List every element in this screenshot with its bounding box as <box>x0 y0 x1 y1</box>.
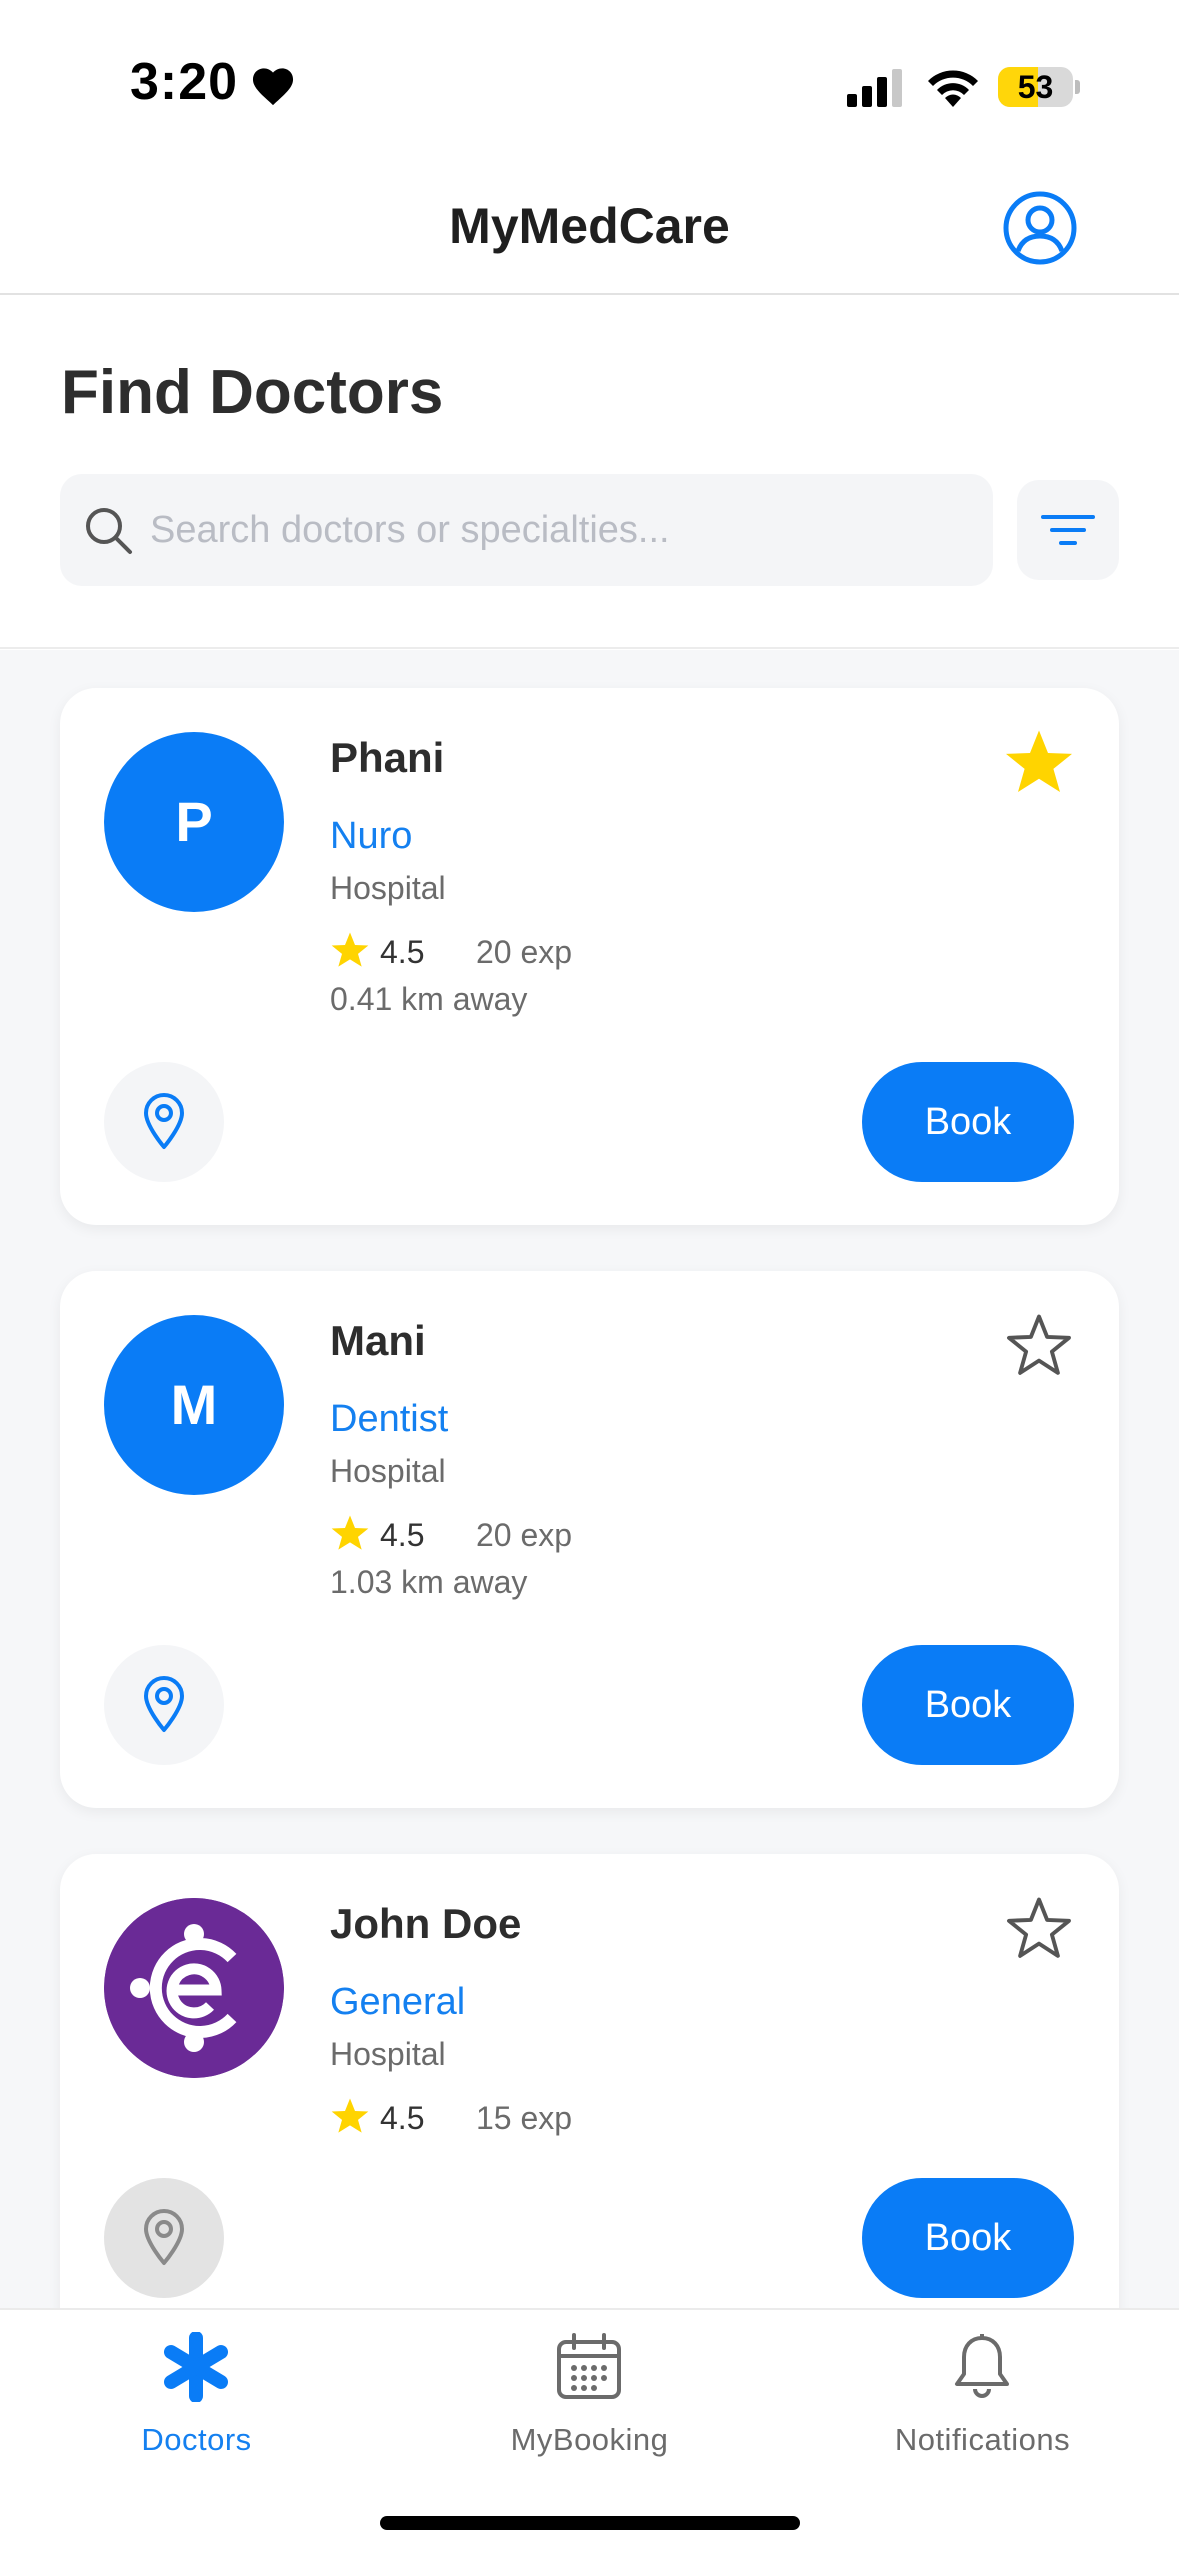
battery-percent: 53 <box>1017 69 1054 105</box>
favorite-star-outline-icon[interactable] <box>1003 1892 1075 1964</box>
filter-button[interactable] <box>1017 480 1119 580</box>
bell-icon <box>955 2334 1009 2398</box>
distance-text: 0.41 km away <box>330 981 528 1017</box>
book-button[interactable]: Book <box>862 1062 1074 1182</box>
experience-value: 15 exp <box>476 2100 573 2136</box>
tab-label: MyBooking <box>510 2422 669 2457</box>
asterisk-icon <box>164 2332 228 2402</box>
tab-label: Doctors <box>141 2422 252 2457</box>
doctor-card[interactable]: P Phani Nuro Hospital 4.5 20 exp 0.41 km… <box>60 688 1119 1225</box>
doctor-list[interactable]: P Phani Nuro Hospital 4.5 20 exp 0.41 km… <box>0 650 1179 2308</box>
doctor-name: Mani <box>330 1317 426 1364</box>
tab-doctors[interactable]: Doctors <box>0 2310 393 2480</box>
search-icon <box>86 508 132 554</box>
rating-value: 4.5 <box>380 2100 425 2136</box>
location-button[interactable] <box>104 1645 224 1765</box>
doctor-name: John Doe <box>330 1900 522 1947</box>
location-button[interactable] <box>104 1062 224 1182</box>
signal-icon <box>847 69 902 107</box>
tab-label: Notifications <box>894 2422 1071 2457</box>
heart-icon <box>252 68 294 106</box>
experience-value: 20 exp <box>476 934 573 970</box>
tab-notifications[interactable]: Notifications <box>786 2310 1179 2480</box>
star-icon <box>331 932 369 967</box>
doctor-hospital: Hospital <box>330 1453 446 1489</box>
star-icon <box>331 1515 369 1550</box>
clinic-logo-icon <box>104 1898 284 2078</box>
rating-value: 4.5 <box>380 934 425 970</box>
book-button[interactable]: Book <box>862 2178 1074 2298</box>
doctor-specialty: General <box>330 1981 466 2023</box>
location-pin-icon <box>144 1676 184 1732</box>
app-header: MyMedCare <box>0 175 1179 295</box>
avatar: P <box>104 732 284 912</box>
search-panel: Find Doctors <box>0 297 1179 649</box>
doctor-name: Phani <box>330 734 445 781</box>
filter-icon <box>1041 515 1095 545</box>
doctor-specialty: Nuro <box>330 815 413 857</box>
search-input[interactable] <box>150 474 970 586</box>
tab-mybooking[interactable]: MyBooking <box>393 2310 786 2480</box>
experience-value: 20 exp <box>476 1517 573 1553</box>
status-time: 3:20 <box>130 53 239 111</box>
distance-text: 1.03 km away <box>330 1564 528 1600</box>
doctor-hospital: Hospital <box>330 2036 446 2072</box>
user-circle-icon[interactable] <box>1002 190 1078 266</box>
rating-value: 4.5 <box>380 1517 425 1553</box>
status-bar: 3:20 53 <box>0 0 1179 175</box>
star-icon <box>331 2098 369 2133</box>
location-pin-icon <box>144 2209 184 2265</box>
favorite-star-outline-icon[interactable] <box>1003 1309 1075 1381</box>
doctor-specialty: Dentist <box>330 1398 449 1440</box>
favorite-star-icon[interactable] <box>1003 726 1075 798</box>
doctor-card[interactable]: M Mani Dentist Hospital 4.5 20 exp 1.03 … <box>60 1271 1119 1808</box>
doctor-hospital: Hospital <box>330 870 446 906</box>
wifi-icon <box>928 70 978 107</box>
avatar-logo <box>104 1898 284 2078</box>
book-button[interactable]: Book <box>862 1645 1074 1765</box>
avatar: M <box>104 1315 284 1495</box>
location-button-disabled <box>104 2178 224 2298</box>
page-title: Find Doctors <box>61 358 444 427</box>
location-pin-icon <box>144 1093 184 1149</box>
home-indicator <box>380 2516 800 2530</box>
calendar-icon <box>557 2333 621 2399</box>
doctor-card[interactable]: John Doe General Hospital 4.5 15 exp Boo… <box>60 1854 1119 2308</box>
battery-icon: 53 <box>998 67 1080 107</box>
search-box[interactable] <box>60 474 993 586</box>
